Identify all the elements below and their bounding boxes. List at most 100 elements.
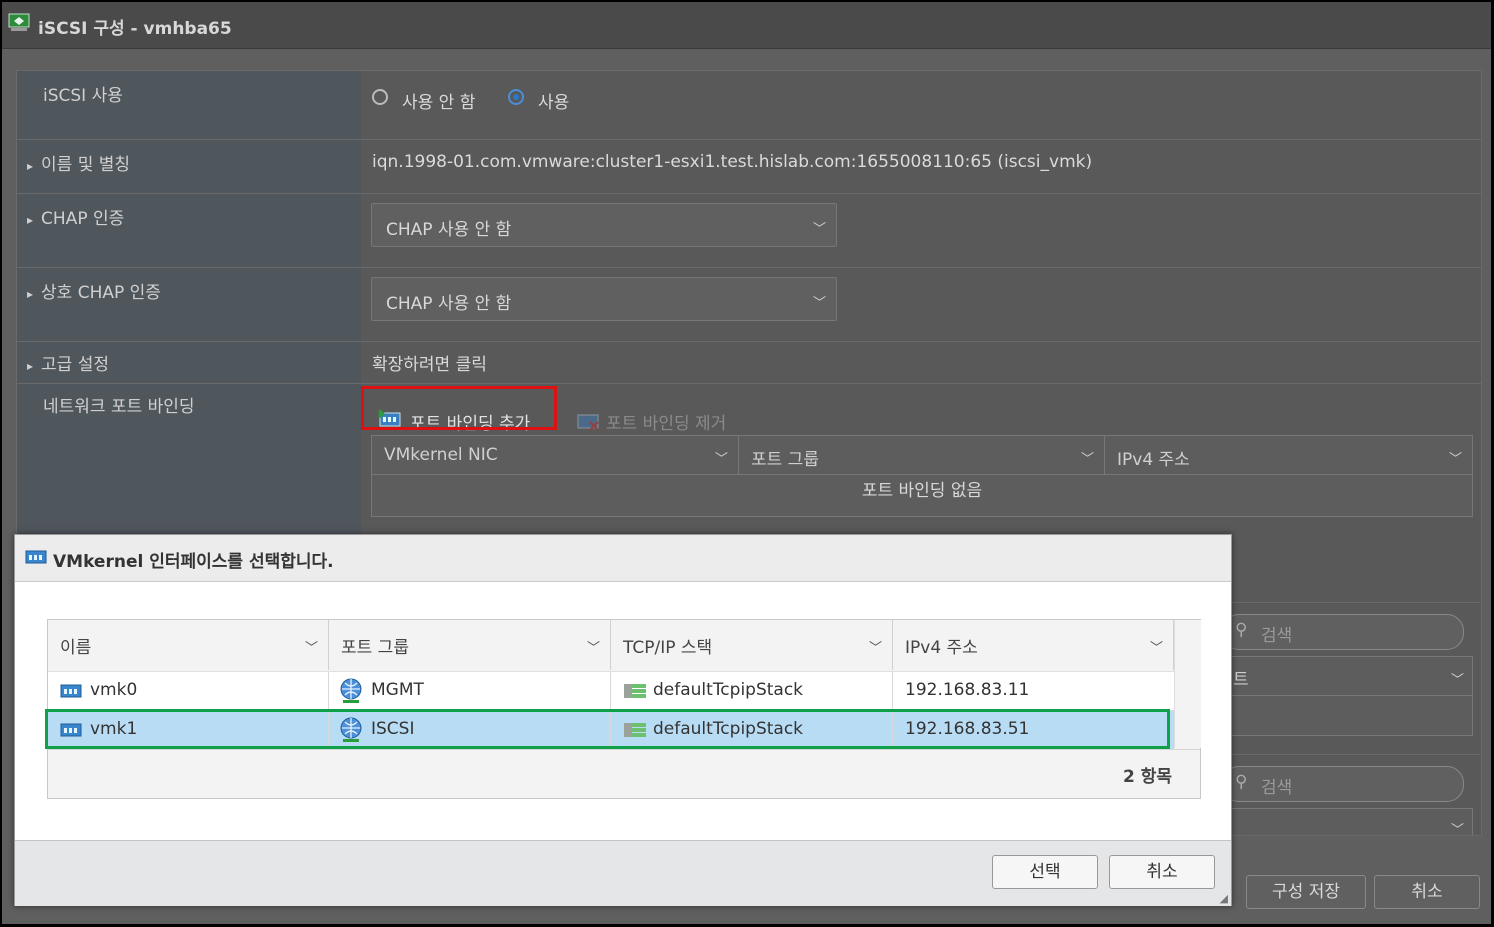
port-group-icon — [340, 717, 362, 742]
row-vmk1-ip: 192.168.83.51 — [905, 719, 1030, 739]
row-vmk0-stack: defaultTcpipStack — [653, 680, 804, 700]
iscsi-enable-value-cell: 사용 안 함 사용 — [362, 71, 1481, 139]
col-ipv4[interactable]: IPv4 주소 ﹀ — [1105, 436, 1472, 475]
dialog-header: VMkernel 인터페이스를 선택합니다. — [15, 535, 1231, 582]
vmkernel-grid: 이름 ﹀ 포트 그룹 ﹀ TCP/IP 스택 ﹀ IPv4 주소 ﹀ vmk0 — [47, 619, 1201, 799]
cell-stack: defaultTcpipStack — [611, 711, 893, 749]
chevron-down-icon: ﹀ — [1450, 673, 1464, 688]
port-group-icon — [340, 678, 362, 703]
row-vmk1-stack: defaultTcpipStack — [653, 719, 804, 739]
grid-footer-divider — [48, 749, 1200, 750]
radio-disable[interactable] — [372, 89, 388, 105]
row-vmk0-ip: 192.168.83.11 — [905, 680, 1030, 700]
resize-grip-icon[interactable]: ◢ — [1220, 892, 1228, 905]
col-tcpip-stack-label: TCP/IP 스택 — [623, 638, 713, 658]
cancel-config-button[interactable]: 취소 — [1374, 875, 1480, 909]
mutual-chap-label-cell[interactable]: 상호 CHAP 인증 — [17, 268, 361, 341]
remove-port-binding-button: 포트 바인딩 제거 — [606, 414, 727, 434]
search-icon: ⚲ — [1235, 772, 1248, 792]
col-name-label: 이름 — [60, 638, 92, 658]
col-ipv4-address-label: IPv4 주소 — [905, 638, 978, 658]
select-vmkernel-dialog: VMkernel 인터페이스를 선택합니다. 이름 ﹀ 포트 그룹 ﹀ TCP/… — [14, 534, 1232, 906]
tcpip-stack-icon — [624, 684, 646, 698]
chap-select[interactable]: CHAP 사용 안 함 ﹀ — [371, 203, 837, 247]
col-port-group[interactable]: 포트 그룹 ﹀ — [739, 436, 1105, 475]
col-vmkernel-nic[interactable]: VMkernel NIC ﹀ — [372, 436, 739, 475]
chevron-down-icon: ﹀ — [812, 222, 826, 237]
cell-stack: defaultTcpipStack — [611, 672, 893, 710]
cell-ip: 192.168.83.51 — [893, 711, 1173, 749]
binding-empty-message: 포트 바인딩 없음 — [861, 481, 983, 501]
search-box-2[interactable]: ⚲ 검색 — [1222, 766, 1464, 802]
vmkernel-nic-icon — [60, 723, 82, 737]
chap-value-cell: CHAP 사용 안 함 ﹀ — [362, 194, 1481, 267]
mutual-chap-value-cell: CHAP 사용 안 함 ﹀ — [362, 268, 1481, 341]
chevron-down-icon: ﹀ — [586, 641, 600, 656]
mutual-chap-select-value: CHAP 사용 안 함 — [386, 294, 512, 314]
advanced-label-cell[interactable]: 고급 설정 — [17, 342, 361, 383]
port-binding-label: 네트워크 포트 바인딩 — [43, 397, 195, 417]
row-vmk0-name: vmk0 — [90, 680, 138, 700]
col-tcpip-stack[interactable]: TCP/IP 스택 ﹀ — [611, 620, 893, 670]
select-button[interactable]: 선택 — [992, 855, 1098, 889]
table-row[interactable]: vmk0 MGMT defaultTcpipStack 192.168.83.1… — [48, 671, 1174, 710]
col-port-group-label: 포트 그룹 — [751, 450, 819, 470]
dialog-title: VMkernel 인터페이스를 선택합니다. — [53, 552, 334, 572]
col-ipv4-address[interactable]: IPv4 주소 ﹀ — [893, 620, 1174, 670]
chap-select-value: CHAP 사용 안 함 — [386, 220, 512, 240]
row-vmk1-name: vmk1 — [90, 719, 138, 739]
mutual-chap-label[interactable]: 상호 CHAP 인증 — [27, 278, 161, 303]
iscsi-enable-label-cell: iSCSI 사용 — [17, 71, 361, 139]
bg-table-line — [1223, 695, 1472, 696]
window-title: iSCSI 구성 - vmhba65 — [38, 19, 232, 39]
cell-name: vmk0 — [48, 672, 329, 710]
chap-label-cell[interactable]: CHAP 인증 — [17, 194, 361, 267]
chevron-down-icon: ﹀ — [1149, 641, 1163, 656]
cell-ip: 192.168.83.11 — [893, 672, 1173, 710]
advanced-expand-hint[interactable]: 확장하려면 클릭 — [372, 350, 487, 375]
col-name[interactable]: 이름 ﹀ — [48, 620, 329, 670]
iscsi-enable-label: iSCSI 사용 — [43, 86, 123, 106]
row-vmk0-portgroup: MGMT — [371, 680, 424, 700]
vmkernel-nic-icon — [60, 684, 82, 698]
tcpip-stack-icon — [624, 723, 646, 737]
chap-auth-label[interactable]: CHAP 인증 — [27, 204, 124, 229]
bg-table-1: 트 ﹀ — [1222, 656, 1473, 736]
bg-table-2: ﹀ — [1222, 808, 1473, 838]
col-portgroup-label: 포트 그룹 — [341, 638, 409, 658]
save-config-button[interactable]: 구성 저장 — [1246, 875, 1366, 909]
cell-portgroup: MGMT — [329, 672, 611, 710]
col-portgroup[interactable]: 포트 그룹 ﹀ — [329, 620, 611, 670]
window-titlebar: iSCSI 구성 - vmhba65 — [2, 2, 1491, 49]
grid-scrollbar[interactable] — [1174, 620, 1201, 748]
search-placeholder-1: 검색 — [1261, 626, 1293, 646]
chevron-down-icon: ﹀ — [1080, 452, 1094, 467]
advanced-settings-label[interactable]: 고급 설정 — [27, 350, 109, 375]
storage-adapter-icon — [8, 13, 30, 31]
chevron-down-icon: ﹀ — [714, 452, 728, 467]
cancel-button[interactable]: 취소 — [1109, 855, 1215, 889]
radio-disable-label: 사용 안 함 — [402, 93, 476, 113]
chevron-down-icon: ﹀ — [1450, 823, 1464, 838]
cell-portgroup: ISCSI — [329, 711, 611, 749]
name-value-cell: iqn.1998-01.com.vmware:cluster1-esxi1.te… — [362, 140, 1481, 193]
bg-col-partial-1: 트 — [1233, 670, 1249, 690]
radio-enable[interactable] — [508, 89, 524, 105]
highlight-add-binding — [361, 386, 557, 430]
chevron-down-icon: ﹀ — [304, 641, 318, 656]
cell-name: vmk1 — [48, 711, 329, 749]
binding-table: VMkernel NIC ﹀ 포트 그룹 ﹀ IPv4 주소 ﹀ 포트 바인딩 … — [371, 435, 1473, 517]
name-alias-label[interactable]: 이름 및 별칭 — [27, 150, 130, 175]
col-ipv4-label: IPv4 주소 — [1117, 450, 1190, 470]
search-icon: ⚲ — [1235, 620, 1248, 640]
search-box-1[interactable]: ⚲ 검색 — [1222, 614, 1464, 650]
table-row[interactable]: vmk1 ISCSI defaultTcpipStack 192.168.83.… — [48, 710, 1174, 749]
vmkernel-nic-icon — [25, 550, 47, 564]
iqn-value: iqn.1998-01.com.vmware:cluster1-esxi1.te… — [372, 152, 1093, 172]
name-label-cell[interactable]: 이름 및 별칭 — [17, 140, 361, 193]
mutual-chap-select[interactable]: CHAP 사용 안 함 ﹀ — [371, 277, 837, 321]
advanced-value-cell[interactable]: 확장하려면 클릭 — [362, 342, 1481, 383]
col-vmkernel-nic-label: VMkernel NIC — [384, 445, 498, 465]
item-count: 2 항목 — [1122, 767, 1172, 787]
search-placeholder-2: 검색 — [1261, 778, 1293, 798]
